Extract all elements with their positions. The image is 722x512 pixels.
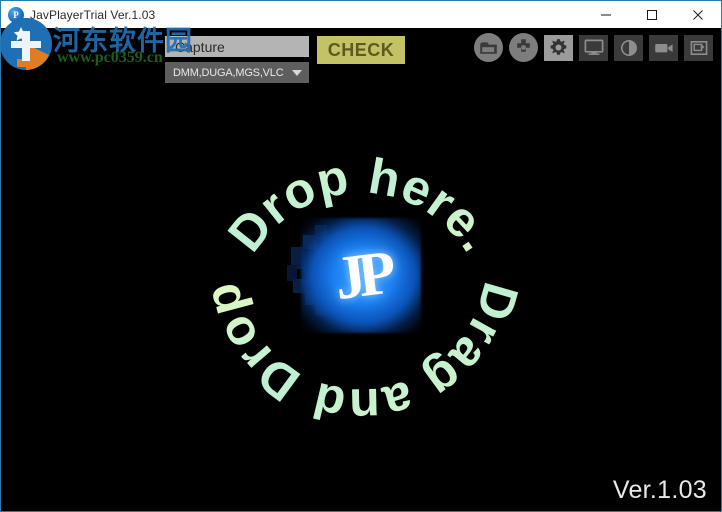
- close-button[interactable]: [675, 1, 721, 28]
- check-button[interactable]: CHECK: [317, 36, 405, 64]
- toolbar-icon-row: [474, 33, 713, 62]
- monitor-icon[interactable]: [579, 34, 608, 61]
- capture-field[interactable]: Capture: [165, 36, 309, 57]
- drop-zone[interactable]: Drop here. Drag and Drop JP: [181, 103, 541, 443]
- window-title: JavPlayerTrial Ver.1.03: [30, 7, 156, 22]
- title-bar[interactable]: JavPlayerTrial Ver.1.03: [1, 1, 721, 28]
- source-select[interactable]: DMM,DUGA,MGS,VLC: [165, 62, 309, 83]
- minimize-button[interactable]: [583, 1, 629, 28]
- contrast-icon[interactable]: [614, 34, 643, 61]
- gear-icon[interactable]: [544, 34, 573, 61]
- dpad-icon[interactable]: [509, 33, 538, 62]
- folder-icon[interactable]: [474, 33, 503, 62]
- version-label: Ver.1.03: [612, 476, 707, 504]
- source-select-value: DMM,DUGA,MGS,VLC: [173, 66, 284, 79]
- application-window: JavPlayerTrial Ver.1.03: [0, 0, 722, 512]
- player-canvas[interactable]: Capture DMM,DUGA,MGS,VLC CHECK Drop here…: [1, 28, 721, 511]
- check-button-label: CHECK: [327, 39, 395, 60]
- maximize-button[interactable]: [629, 1, 675, 28]
- jp-logo: JP: [301, 218, 421, 333]
- video-camera-icon[interactable]: [649, 34, 678, 61]
- capture-controls: Capture DMM,DUGA,MGS,VLC: [165, 36, 309, 83]
- jp-app-icon: [8, 6, 24, 23]
- add-frame-icon[interactable]: [684, 34, 713, 61]
- capture-label: Capture: [175, 38, 225, 55]
- jp-logo-text: JP: [330, 238, 392, 313]
- chevron-down-icon: [292, 69, 302, 76]
- window-controls: [583, 1, 721, 28]
